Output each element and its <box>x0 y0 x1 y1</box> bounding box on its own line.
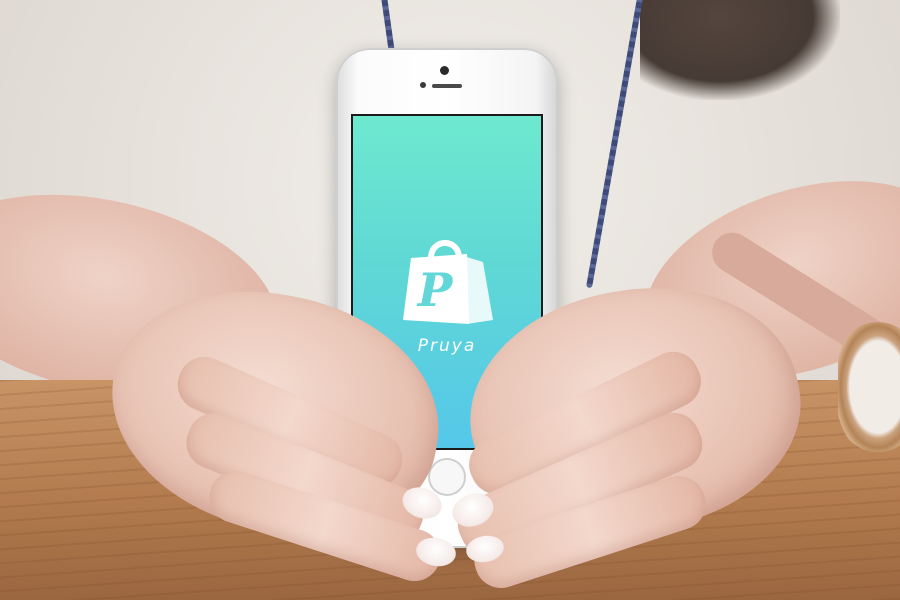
mute-switch <box>333 118 337 136</box>
volume-down-button <box>333 192 337 220</box>
front-camera <box>440 66 449 75</box>
logo-letter: P <box>416 263 454 317</box>
earpiece-speaker <box>432 84 462 88</box>
photo-scene: P Pruya <box>0 0 900 600</box>
wrist-watch <box>838 322 900 452</box>
volume-up-button <box>333 154 337 182</box>
home-button[interactable] <box>428 458 466 496</box>
proximity-sensor <box>420 82 426 88</box>
shopping-bag-icon: P <box>403 240 493 324</box>
hair <box>640 0 840 100</box>
